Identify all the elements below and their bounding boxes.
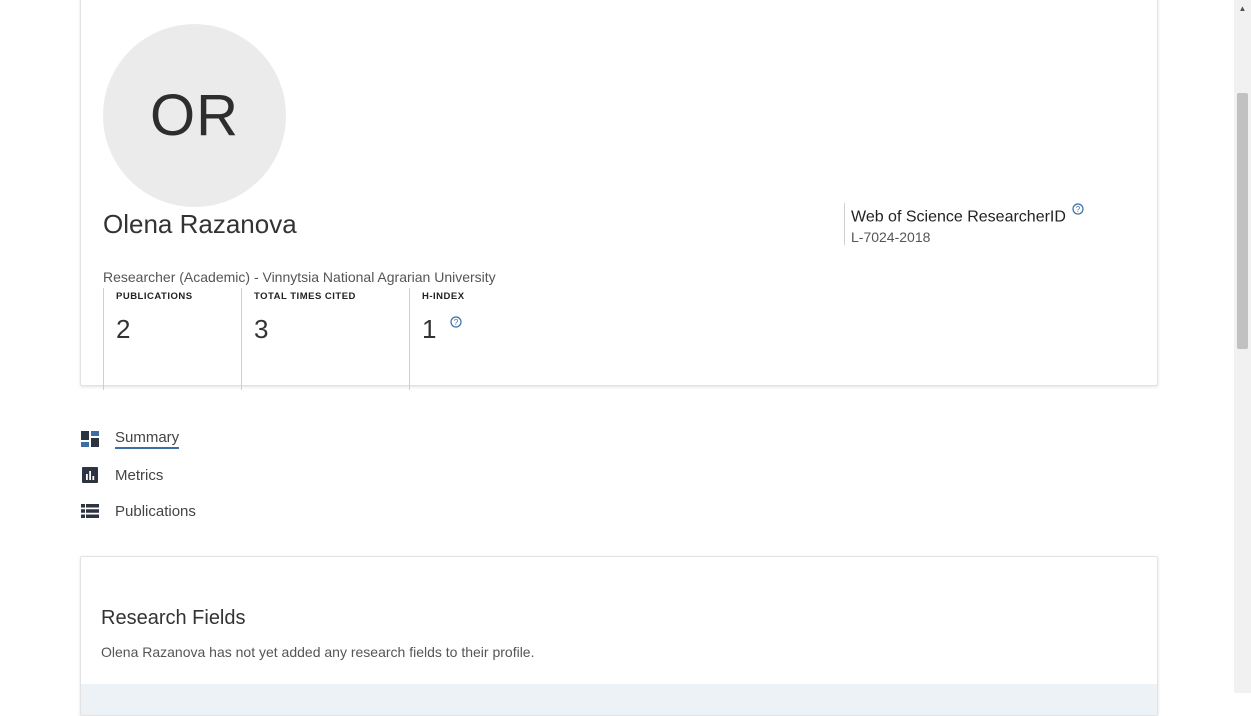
summary-dashboard-icon — [80, 429, 100, 449]
research-fields-title: Research Fields — [101, 607, 246, 629]
stat-value: 3 — [254, 314, 269, 344]
research-fields-card: Research Fields Olena Razanova has not y… — [80, 556, 1158, 716]
nav-item-publications[interactable]: Publications — [80, 500, 196, 522]
help-glyph: ? — [1076, 205, 1081, 214]
avatar-initials: OR — [150, 83, 239, 148]
help-circle-icon: ? — [1072, 203, 1084, 215]
stat-total-times-cited: TOTAL TIMES CITED 3 — [241, 288, 409, 390]
help-glyph: ? — [453, 318, 458, 327]
research-fields-footer — [81, 684, 1157, 715]
stat-publications: PUBLICATIONS 2 — [103, 288, 241, 390]
researcher-id-block: Web of Science ResearcherID ? L-7024-201… — [844, 203, 1084, 245]
stat-value: 2 — [116, 314, 131, 344]
researcher-id-value: L-7024-2018 — [851, 229, 931, 246]
help-circle-icon: ? — [450, 316, 462, 328]
profile-card: OR Olena Razanova Web of Science Researc… — [80, 0, 1158, 390]
help-icon[interactable]: ? — [1072, 203, 1084, 218]
nav-label: Publications — [115, 502, 196, 520]
researcher-id-label: Web of Science ResearcherID ? — [851, 203, 1084, 226]
nav-item-summary[interactable]: Summary — [80, 428, 180, 450]
stat-label: H-INDEX — [422, 291, 465, 302]
researcher-profile-page: OR Olena Razanova Web of Science Researc… — [0, 0, 1251, 716]
nav-label: Summary — [115, 429, 180, 449]
list-icon — [80, 501, 100, 521]
research-fields-message: Olena Razanova has not yet added any res… — [101, 644, 535, 660]
scroll-up-arrow-icon[interactable]: ▲ — [1234, 0, 1251, 17]
bar-chart-icon — [80, 465, 100, 485]
stat-value: 1 — [422, 314, 437, 344]
researcher-id-label-text: Web of Science ResearcherID — [851, 208, 1066, 226]
avatar: OR — [103, 24, 286, 207]
scrollbar-thumb[interactable] — [1237, 93, 1248, 349]
stat-label: PUBLICATIONS — [116, 291, 193, 302]
vertical-scrollbar[interactable]: ▲ — [1234, 0, 1251, 693]
stat-value-row: 1 ? — [422, 314, 549, 345]
h-index-help-icon[interactable]: ? — [450, 316, 462, 331]
stat-h-index: H-INDEX 1 ? — [409, 288, 549, 390]
stat-label: TOTAL TIMES CITED — [254, 291, 356, 302]
nav-item-metrics[interactable]: Metrics — [80, 464, 163, 486]
researcher-name: Olena Razanova — [103, 209, 297, 239]
nav-label: Metrics — [115, 466, 164, 484]
affiliation: Researcher (Academic) - Vinnytsia Nation… — [103, 269, 496, 285]
